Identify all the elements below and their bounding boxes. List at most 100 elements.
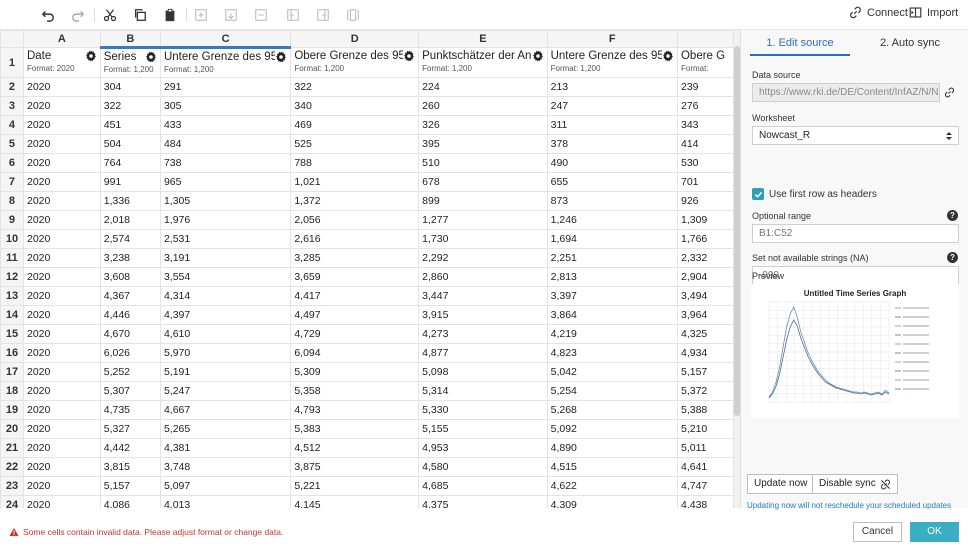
table-cell[interactable]: 3,447 <box>418 286 548 306</box>
table-cell[interactable]: 5,210 <box>676 419 734 439</box>
table-cell[interactable]: 926 <box>676 191 734 211</box>
table-cell[interactable]: 1,277 <box>418 210 548 230</box>
table-cell[interactable]: 5,309 <box>290 362 420 382</box>
row-number[interactable]: 20 <box>0 419 24 439</box>
table-cell[interactable]: 2020 <box>22 153 101 173</box>
table-cell[interactable]: 655 <box>546 172 678 192</box>
table-cell[interactable]: 4,622 <box>546 476 678 496</box>
table-cell[interactable]: 4,512 <box>290 438 420 458</box>
table-cell[interactable]: 1,309 <box>676 210 734 230</box>
gear-icon[interactable] <box>275 51 288 63</box>
table-cell[interactable]: 2,056 <box>290 210 420 230</box>
table-cell[interactable]: 2020 <box>22 115 101 135</box>
row-number[interactable]: 6 <box>0 153 24 173</box>
table-cell[interactable]: 5,358 <box>290 381 420 401</box>
table-cell[interactable]: 5,247 <box>159 381 292 401</box>
gear-icon[interactable] <box>531 50 544 62</box>
insert-column-left-icon[interactable] <box>283 5 303 25</box>
table-cell[interactable]: 5,372 <box>676 381 734 401</box>
table-cell[interactable]: 3,191 <box>159 248 292 268</box>
row-number[interactable]: 8 <box>0 191 24 211</box>
table-cell[interactable]: 5,383 <box>290 419 420 439</box>
table-cell[interactable]: 5,307 <box>99 381 161 401</box>
table-cell[interactable]: 4,667 <box>159 400 292 420</box>
column-header[interactable]: Untere Grenze des 95% Format: 1,200 <box>546 47 678 78</box>
table-cell[interactable]: 260 <box>418 96 548 116</box>
table-cell[interactable]: 5,191 <box>159 362 292 382</box>
row-number[interactable]: 19 <box>0 400 24 420</box>
table-cell[interactable]: 4,438 <box>676 495 734 508</box>
table-cell[interactable]: 3,554 <box>159 267 292 287</box>
first-row-checkbox[interactable] <box>752 188 764 200</box>
undo-icon[interactable] <box>38 5 58 25</box>
table-cell[interactable]: 873 <box>546 191 678 211</box>
table-cell[interactable]: 5,265 <box>159 419 292 439</box>
table-cell[interactable]: 4,397 <box>159 305 292 325</box>
table-cell[interactable]: 4,314 <box>159 286 292 306</box>
table-cell[interactable]: 530 <box>676 153 734 173</box>
table-cell[interactable]: 6,094 <box>290 343 420 363</box>
table-cell[interactable]: 4,381 <box>159 438 292 458</box>
table-cell[interactable]: 4,309 <box>546 495 678 508</box>
paste-icon[interactable] <box>160 5 180 25</box>
table-cell[interactable]: 2020 <box>22 381 101 401</box>
table-cell[interactable]: 213 <box>546 77 678 97</box>
row-number[interactable]: 11 <box>0 248 24 268</box>
table-cell[interactable]: 2020 <box>22 400 101 420</box>
table-cell[interactable]: 4,747 <box>676 476 734 496</box>
column-header[interactable]: Untere Grenze des 95% Format: 1,200 <box>159 47 292 78</box>
table-cell[interactable]: 322 <box>99 96 161 116</box>
table-cell[interactable]: 5,327 <box>99 419 161 439</box>
gear-icon[interactable] <box>661 50 674 62</box>
row-number[interactable]: 1 <box>0 47 24 78</box>
table-cell[interactable]: 4,890 <box>546 438 678 458</box>
table-cell[interactable]: 4,641 <box>676 457 734 477</box>
tab-edit-source[interactable]: 1. Edit source <box>750 30 850 56</box>
table-cell[interactable]: 5,970 <box>159 343 292 363</box>
table-cell[interactable]: 239 <box>676 77 734 97</box>
table-cell[interactable]: 247 <box>546 96 678 116</box>
table-cell[interactable]: 2020 <box>22 343 101 363</box>
row-number[interactable]: 22 <box>0 457 24 477</box>
redo-icon[interactable] <box>68 5 88 25</box>
table-cell[interactable]: 738 <box>159 153 292 173</box>
copy-icon[interactable] <box>130 5 150 25</box>
column-letter[interactable]: C <box>159 30 292 49</box>
import-button[interactable]: Import <box>909 6 958 19</box>
column-letter[interactable]: E <box>418 30 548 48</box>
table-cell[interactable]: 2020 <box>22 229 101 249</box>
row-number[interactable]: 24 <box>0 495 24 508</box>
delete-column-icon[interactable] <box>343 5 363 25</box>
table-cell[interactable]: 2020 <box>22 286 101 306</box>
table-cell[interactable]: 2,251 <box>546 248 678 268</box>
table-cell[interactable]: 4,446 <box>99 305 161 325</box>
table-cell[interactable]: 701 <box>676 172 734 192</box>
table-cell[interactable]: 2020 <box>22 134 101 154</box>
table-cell[interactable]: 5,092 <box>546 419 678 439</box>
table-cell[interactable]: 4,685 <box>418 476 548 496</box>
table-cell[interactable]: 2020 <box>22 438 101 458</box>
table-cell[interactable]: 4,219 <box>546 324 678 344</box>
table-cell[interactable]: 4,953 <box>418 438 548 458</box>
help-icon[interactable]: ? <box>947 252 958 263</box>
table-cell[interactable]: 678 <box>418 172 548 192</box>
table-cell[interactable]: 451 <box>99 115 161 135</box>
table-cell[interactable]: 2020 <box>22 77 101 97</box>
column-letter[interactable]: F <box>546 30 678 48</box>
ok-button[interactable]: OK <box>910 522 959 542</box>
grid-corner[interactable] <box>0 30 24 48</box>
table-cell[interactable]: 2,292 <box>418 248 548 268</box>
table-cell[interactable]: 4,145 <box>290 495 420 508</box>
table-cell[interactable]: 2020 <box>22 96 101 116</box>
table-cell[interactable]: 3,915 <box>418 305 548 325</box>
table-cell[interactable]: 510 <box>418 153 548 173</box>
table-cell[interactable]: 525 <box>290 134 420 154</box>
table-cell[interactable]: 5,221 <box>290 476 420 496</box>
table-cell[interactable]: 4,497 <box>290 305 420 325</box>
table-cell[interactable]: 5,330 <box>418 400 548 420</box>
table-cell[interactable]: 764 <box>99 153 161 173</box>
row-number[interactable]: 15 <box>0 324 24 344</box>
table-cell[interactable]: 4,735 <box>99 400 161 420</box>
table-cell[interactable]: 965 <box>159 172 292 192</box>
table-cell[interactable]: 4,086 <box>99 495 161 508</box>
